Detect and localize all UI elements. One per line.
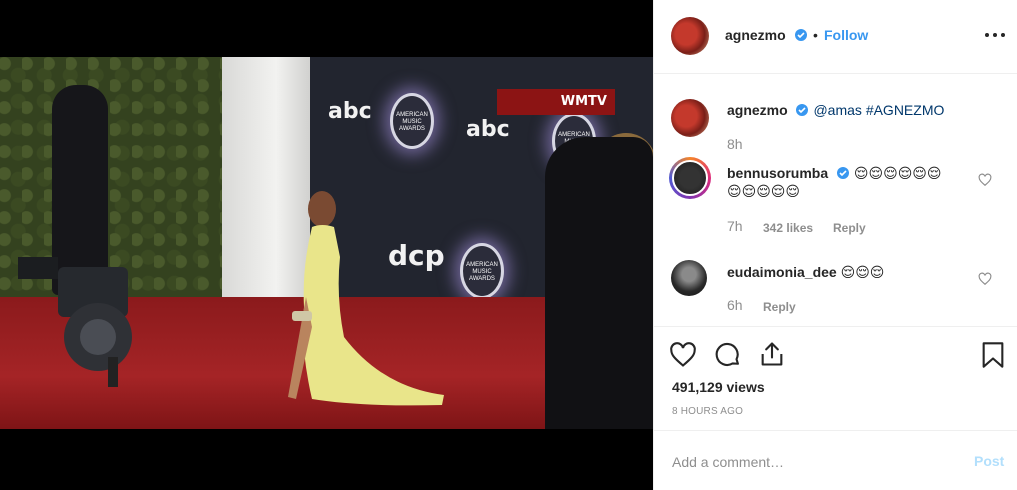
verified-badge-icon [796,104,808,116]
comment-likes[interactable]: 342 likes [763,221,813,235]
avatar[interactable] [671,99,709,137]
comment-username[interactable]: bennusorumba [727,165,828,181]
comment-body-line2: 😌😌😌😌😌 [727,183,800,199]
video-frame[interactable]: abc AMERICAN MUSIC AWARDS abc AMERICAN M… [0,57,653,429]
abc-logo: abc [466,117,510,142]
guest-black-dress [545,137,653,429]
separator-dot: • [813,27,818,43]
like-heart-icon[interactable] [669,341,697,369]
post-media[interactable]: abc AMERICAN MUSIC AWARDS abc AMERICAN M… [0,0,653,490]
post-header: agnezmo • Follow [654,0,1017,74]
more-dot-icon [985,33,989,37]
verified-badge-icon [795,29,807,41]
more-options-button[interactable] [984,28,1006,42]
like-comment-heart-icon[interactable] [978,173,992,187]
avatar [672,160,708,196]
comment-time[interactable]: 6h [727,297,743,313]
instagram-post-modal: abc AMERICAN MUSIC AWARDS abc AMERICAN M… [0,0,1017,490]
hashtag-link[interactable]: #AGNEZMO [866,102,945,118]
ama-badge: AMERICAN MUSIC AWARDS [460,243,504,299]
comment-body-line1: 😌😌😌😌😌😌 [853,165,942,181]
more-dot-icon [1001,33,1005,37]
abc-logo: abc [328,99,372,124]
share-icon[interactable] [758,340,786,368]
wmtv-banner: WMTV [497,89,615,115]
reply-button[interactable]: Reply [833,221,866,235]
comment-time[interactable]: 7h [727,218,743,234]
comment-text: bennusorumba 😌😌😌😌😌😌 😌😌😌😌😌 [727,164,941,200]
caption-username[interactable]: agnezmo [727,102,788,118]
video-camera [18,257,132,387]
woman-yellow-dress [288,191,444,406]
comment-input[interactable] [672,452,962,472]
like-comment-heart-icon[interactable] [978,272,992,286]
avatar[interactable] [671,17,709,55]
add-comment-bar: Post [654,430,1017,490]
view-count[interactable]: 491,129 views [672,379,765,395]
story-ring[interactable] [669,157,711,199]
comment-text: eudaimonia_dee 😌😌😌 [727,263,884,281]
caption-time[interactable]: 8h [727,136,743,152]
post-actions: 491,129 views 8 HOURS AGO [654,326,1017,430]
reply-button[interactable]: Reply [763,300,796,314]
post-timestamp: 8 HOURS AGO [672,406,744,417]
comment-username[interactable]: eudaimonia_dee [727,264,837,280]
follow-button[interactable]: Follow [824,27,868,43]
caption-text: agnezmo @amas #AGNEZMO [727,101,944,119]
comment-bubble-icon[interactable] [714,341,742,369]
post-comment-button[interactable]: Post [974,453,1004,469]
author-username[interactable]: agnezmo [725,27,786,43]
save-bookmark-icon[interactable] [980,341,1006,369]
verified-badge-icon [837,167,849,179]
comment-body-line1: 😌😌😌 [840,264,885,280]
more-dot-icon [993,33,997,37]
post-sidebar: agnezmo • Follow agnezmo @amas #AGNEZMO [653,0,1017,490]
ama-badge: AMERICAN MUSIC AWARDS [390,93,434,149]
avatar[interactable] [671,260,707,296]
mention-link[interactable]: @amas [813,102,861,118]
